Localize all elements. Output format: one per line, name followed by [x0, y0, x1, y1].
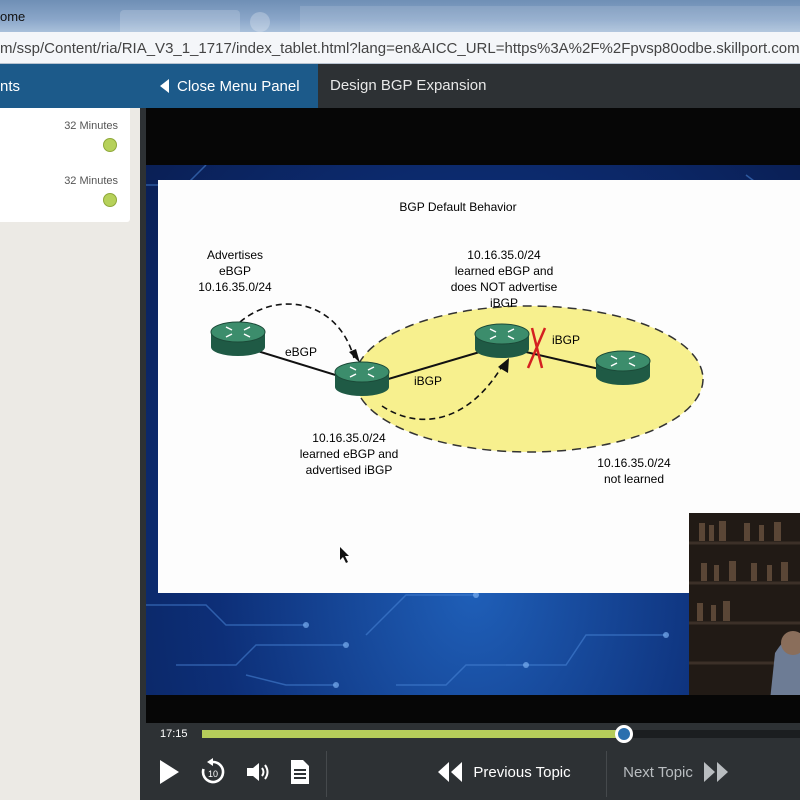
player-controls: 17:15 10 Previous Topic Next Topic — [146, 723, 800, 800]
not-learned-label: 10.16.35.0/24 — [597, 456, 671, 470]
learned-advertised-label: 10.16.35.0/24 — [312, 431, 386, 445]
menu-panel-header: nts Close Menu Panel — [0, 64, 318, 108]
ibgp-link-label: iBGP — [552, 333, 580, 347]
ibgp-link-label: iBGP — [414, 374, 442, 388]
course-title: Design BGP Expansion — [330, 77, 487, 94]
new-tab-icon[interactable] — [250, 12, 270, 32]
window-title: ome — [0, 9, 26, 24]
volume-button[interactable] — [243, 754, 273, 790]
speaker-icon — [247, 763, 269, 781]
as-boundary — [354, 305, 704, 453]
caret-left-icon — [160, 79, 169, 93]
titlebar-background — [300, 6, 800, 32]
rewind-icon — [438, 762, 463, 782]
contents-label: nts — [0, 78, 21, 95]
completion-status-icon — [103, 193, 117, 207]
close-menu-panel-label: Close Menu Panel — [177, 77, 300, 95]
next-topic-label: Next Topic — [623, 763, 693, 781]
previous-topic-label: Previous Topic — [473, 763, 571, 781]
replay-10-icon: 10 — [201, 758, 225, 784]
presenter-video-inset — [689, 513, 800, 695]
advertises-label: Advertises — [207, 248, 263, 262]
replay-seconds: 10 — [208, 769, 218, 779]
router-icon — [595, 350, 651, 385]
divider — [326, 751, 327, 797]
not-learned-label: not learned — [604, 472, 664, 486]
advertises-label: eBGP — [219, 264, 251, 278]
address-bar[interactable]: m/ssp/Content/ria/RIA_V3_1_1717/index_ta… — [0, 32, 800, 64]
learned-not-advertised-label: iBGP — [490, 296, 518, 310]
close-menu-panel-button[interactable]: Close Menu Panel — [160, 64, 318, 108]
progress-thumb[interactable] — [614, 725, 633, 743]
play-button[interactable] — [154, 754, 184, 790]
advertises-label: 10.16.35.0/24 — [198, 280, 272, 294]
learned-not-advertised-label: does NOT advertise — [451, 280, 558, 294]
divider — [606, 751, 607, 797]
arrowhead-icon — [349, 349, 360, 363]
previous-topic-button[interactable]: Previous Topic — [424, 754, 584, 790]
control-buttons: 10 Previous Topic Next Topic — [146, 748, 800, 800]
video-player[interactable]: BGP Default Behavior Advertises eBGP 10.… — [146, 108, 800, 723]
learned-not-advertised-label: learned eBGP and — [455, 264, 554, 278]
learned-advertised-label: learned eBGP and — [300, 447, 399, 461]
browser-titlebar: ome — [0, 0, 800, 32]
topic-list: 32 Minutes 32 Minutes — [0, 108, 130, 222]
transcript-button[interactable] — [286, 754, 314, 790]
topic-item[interactable]: 32 Minutes — [0, 163, 130, 218]
learned-advertised-label: advertised iBGP — [306, 463, 393, 477]
url-text[interactable]: m/ssp/Content/ria/RIA_V3_1_1717/index_ta… — [0, 40, 800, 57]
learned-not-advertised-label: 10.16.35.0/24 — [467, 248, 541, 262]
slide-title: BGP Default Behavior — [399, 200, 516, 214]
current-time: 17:15 — [160, 728, 188, 740]
fast-forward-icon — [703, 762, 728, 782]
mouse-cursor-icon — [340, 547, 349, 563]
topic-item[interactable]: 32 Minutes — [0, 108, 130, 163]
router-icon — [474, 323, 530, 358]
app-header: nts Close Menu Panel Design BGP Expansio… — [0, 64, 800, 108]
play-icon — [160, 760, 179, 784]
topic-duration: 32 Minutes — [64, 175, 118, 187]
video-stage: BGP Default Behavior Advertises eBGP 10.… — [146, 165, 800, 695]
completion-status-icon — [103, 138, 117, 152]
replay-10-button[interactable]: 10 — [196, 754, 230, 790]
progress-fill — [202, 730, 624, 738]
progress-bar[interactable] — [202, 725, 800, 743]
topic-duration: 32 Minutes — [64, 120, 118, 132]
browser-tab[interactable] — [120, 10, 240, 32]
router-icon — [334, 361, 390, 396]
menu-panel: 32 Minutes 32 Minutes — [0, 108, 144, 800]
next-topic-button[interactable]: Next Topic — [616, 754, 736, 790]
router-icon — [210, 321, 266, 356]
ebgp-link-label: eBGP — [285, 345, 317, 359]
document-icon — [291, 760, 309, 784]
